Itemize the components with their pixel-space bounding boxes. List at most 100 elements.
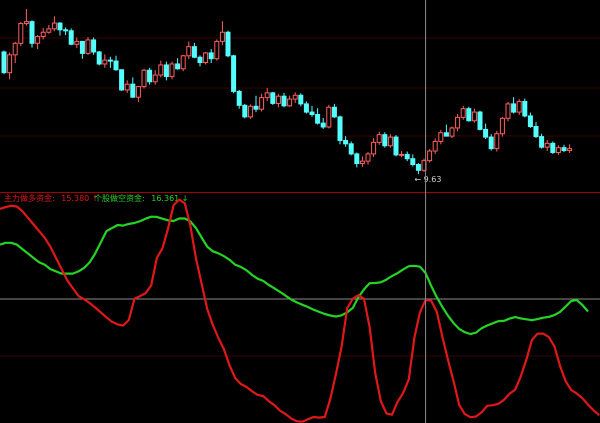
- candle-down: [231, 55, 237, 92]
- candle-down: [466, 108, 472, 122]
- candle-up: [169, 63, 175, 77]
- candle-down: [315, 113, 321, 124]
- candle-up: [259, 97, 265, 110]
- stock-chart-window: ← 9.63 主力做多资金: 15.380 ↑ 个股做空资金: 16.361 ↓: [0, 0, 600, 423]
- candle-down: [29, 21, 35, 44]
- candle-down: [197, 56, 203, 64]
- candle-down: [253, 105, 259, 110]
- candle-up: [399, 153, 405, 156]
- candle-down: [270, 92, 276, 104]
- candle-down: [163, 64, 169, 77]
- candle-up: [158, 64, 164, 76]
- candle-up: [214, 40, 220, 60]
- candle-down: [303, 103, 309, 113]
- legend-main-fund-value: 15.380: [61, 194, 89, 203]
- chart-canvas[interactable]: ← 9.63 主力做多资金: 15.380 ↑ 个股做空资金: 16.361 ↓: [0, 0, 600, 423]
- candle-down: [483, 128, 489, 138]
- low-price-marker: ← 9.63: [414, 175, 441, 184]
- candle-down: [477, 111, 483, 130]
- candle-down: [91, 39, 97, 53]
- candle-down: [393, 136, 399, 156]
- candle-down: [343, 139, 349, 145]
- candle-down: [1, 51, 7, 74]
- candle-up: [18, 23, 24, 44]
- candle-up: [135, 86, 141, 98]
- candle-down: [337, 116, 343, 141]
- candle-up: [326, 106, 332, 128]
- candle-up: [152, 74, 158, 83]
- candle-up: [74, 40, 80, 45]
- legend-main-fund: 主力做多资金: 15.380 ↑: [4, 193, 99, 203]
- candle-up: [371, 141, 377, 155]
- candle-up: [387, 136, 393, 147]
- candle-up: [455, 116, 461, 129]
- candle-down: [309, 111, 315, 115]
- candle-up: [376, 134, 382, 143]
- chart-background: [0, 0, 600, 423]
- candle-up: [124, 83, 130, 91]
- candle-down: [331, 106, 337, 118]
- candle-up: [85, 39, 91, 54]
- candle-down: [348, 143, 354, 155]
- candle-up: [275, 95, 281, 104]
- candle-down: [175, 63, 181, 70]
- candle-down: [147, 69, 153, 83]
- candle-up: [12, 42, 18, 56]
- candle-up: [186, 46, 192, 57]
- candle-up: [567, 148, 573, 152]
- candle-down: [561, 147, 567, 152]
- candle-up: [7, 54, 13, 74]
- candle-up: [203, 52, 209, 64]
- candle-down: [63, 29, 69, 32]
- legend-main-fund-label: 主力做多资金:: [4, 193, 55, 203]
- candle-down: [107, 59, 113, 62]
- candle-up: [292, 94, 298, 100]
- candle-up: [40, 31, 46, 38]
- candle-down: [191, 46, 197, 58]
- indicator-legend: 主力做多资金: 15.380 ↑ 个股做空资金: 16.361 ↓: [4, 193, 189, 203]
- candle-up: [35, 36, 41, 44]
- candle-up: [247, 105, 253, 118]
- candle-down: [242, 104, 248, 118]
- candle-down: [119, 69, 125, 91]
- candle-down: [113, 60, 119, 71]
- candle-up: [438, 132, 444, 142]
- candle-down: [236, 90, 242, 106]
- candle-up: [46, 28, 52, 33]
- candle-down: [57, 22, 63, 31]
- candle-down: [527, 115, 533, 128]
- candle-up: [365, 153, 371, 162]
- candle-up: [471, 111, 477, 122]
- candle-down: [281, 95, 287, 107]
- candle-down: [539, 136, 545, 148]
- legend-retail-fund: 个股做空资金: 16.361 ↓: [94, 193, 189, 203]
- candle-up: [432, 140, 438, 152]
- candle-down: [79, 40, 85, 54]
- candle-up: [219, 31, 225, 42]
- candle-up: [494, 133, 500, 150]
- candle-down: [208, 52, 214, 60]
- candle-down: [96, 51, 102, 65]
- candle-down: [354, 153, 360, 165]
- candle-up: [51, 22, 57, 30]
- candle-down: [225, 31, 231, 57]
- candle-down: [443, 132, 449, 137]
- candle-up: [505, 103, 511, 119]
- candle-down: [488, 136, 494, 150]
- candle-down: [522, 100, 528, 117]
- candle-up: [264, 92, 270, 99]
- candle-up: [516, 100, 522, 113]
- candle-down: [404, 153, 410, 160]
- candle-down: [130, 83, 136, 98]
- candle-down: [415, 164, 421, 171]
- candle-up: [102, 59, 108, 65]
- candle-up: [141, 69, 147, 88]
- candle-up: [427, 150, 433, 162]
- candle-down: [410, 158, 416, 166]
- candle-up: [449, 127, 455, 137]
- candle-up: [180, 55, 186, 70]
- candle-down: [382, 134, 388, 147]
- candle-up: [23, 21, 29, 25]
- candle-down: [511, 103, 517, 113]
- legend-retail-fund-value: 16.361: [151, 194, 179, 203]
